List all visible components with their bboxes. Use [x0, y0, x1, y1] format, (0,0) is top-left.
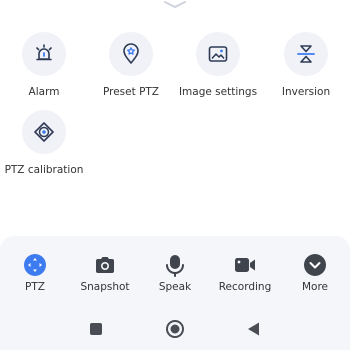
snapshot-label: Snapshot [80, 281, 130, 293]
ptz-calibration-label: PTZ calibration [4, 164, 84, 176]
alarm-icon-bg [22, 32, 66, 76]
inversion-icon [297, 45, 315, 63]
alarm-bell-icon [36, 44, 52, 61]
home-circle-icon [166, 320, 184, 338]
back-triangle-icon [248, 322, 259, 336]
preset-location-icon [123, 43, 139, 64]
alarm-label: Alarm [28, 86, 60, 98]
preset-ptz-icon-bg [109, 32, 153, 76]
ptz-tool-label: PTZ [25, 281, 45, 293]
video-camera-icon [235, 258, 255, 272]
camera-icon [96, 257, 114, 273]
home-button[interactable] [164, 318, 186, 340]
recents-square-icon [90, 323, 102, 335]
chevron-down-icon [304, 254, 326, 276]
ptz-joystick-icon [24, 254, 46, 276]
image-settings-icon-bg [196, 32, 240, 76]
more-button[interactable]: More [280, 250, 350, 298]
inversion-icon-bg [284, 32, 328, 76]
image-settings-label: Image settings [178, 86, 258, 98]
ptz-tool-button[interactable]: PTZ [0, 250, 70, 298]
speak-label: Speak [158, 281, 192, 293]
alarm-button[interactable]: Alarm [0, 32, 94, 102]
snapshot-button[interactable]: Snapshot [70, 250, 140, 298]
speak-button[interactable]: Speak [140, 250, 210, 298]
collapse-handle-icon[interactable] [163, 0, 187, 10]
image-settings-button[interactable]: Image settings [168, 32, 268, 102]
recording-label: Recording [218, 281, 272, 293]
preset-ptz-label: Preset PTZ [102, 86, 160, 98]
ptz-calibration-icon-bg [22, 110, 66, 154]
recording-button[interactable]: Recording [210, 250, 280, 298]
back-button[interactable] [243, 318, 265, 340]
calibration-target-icon [34, 122, 54, 142]
recents-button[interactable] [85, 318, 107, 340]
system-navigation-bar [0, 308, 350, 350]
preset-ptz-button[interactable]: Preset PTZ [81, 32, 181, 102]
inversion-label: Inversion [281, 86, 331, 98]
image-icon [208, 46, 228, 62]
inversion-button[interactable]: Inversion [256, 32, 350, 102]
more-label: More [301, 281, 329, 293]
ptz-calibration-button[interactable]: PTZ calibration [0, 110, 94, 180]
microphone-icon [166, 255, 184, 277]
